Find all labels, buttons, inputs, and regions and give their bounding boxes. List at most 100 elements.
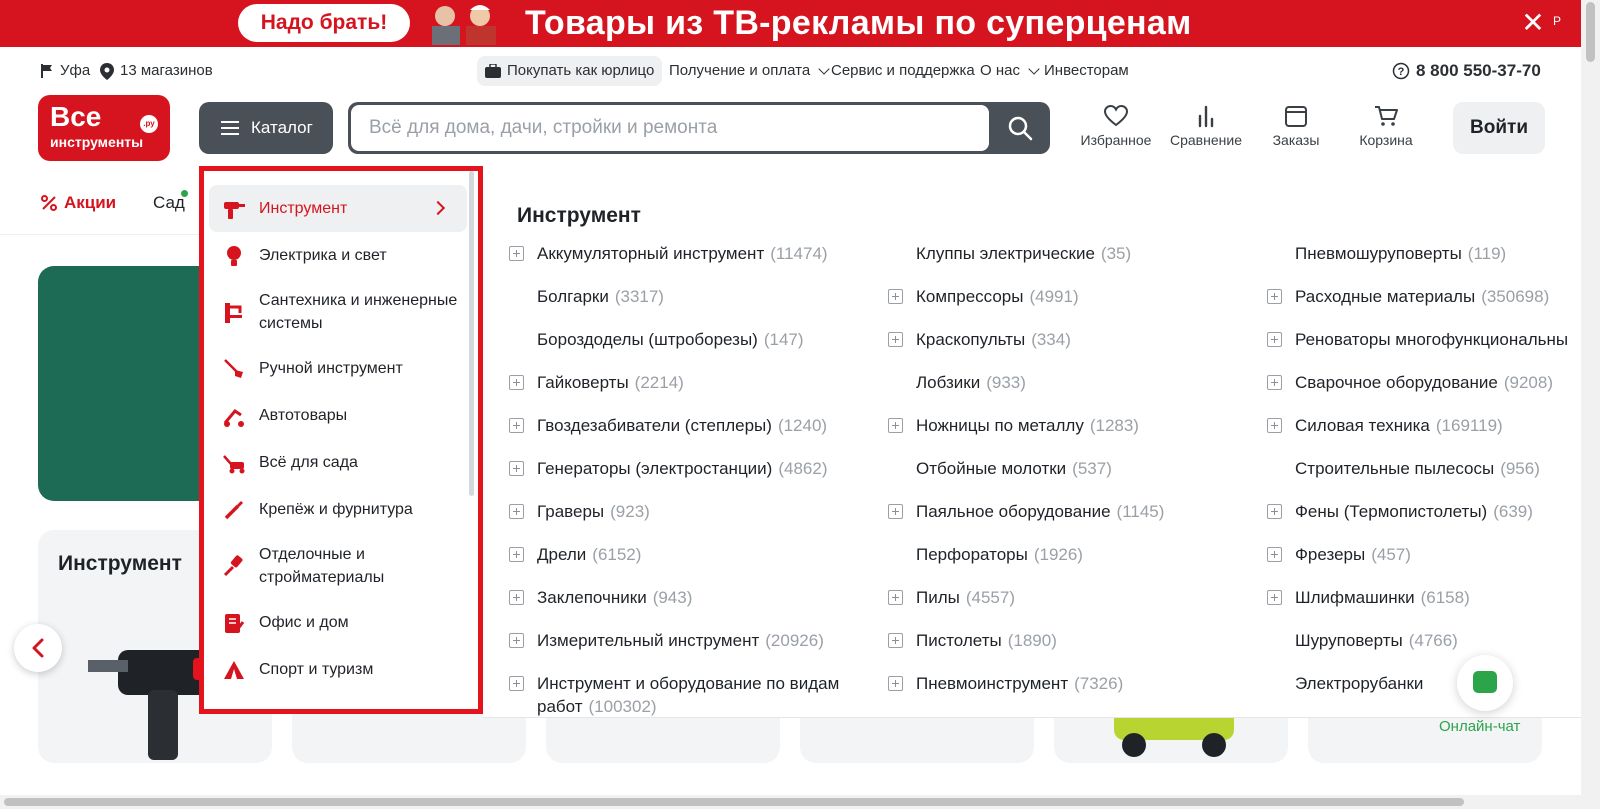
subcategory-link[interactable]: Шуруповерты (4766) — [1267, 625, 1581, 668]
horizontal-scrollbar[interactable] — [0, 795, 1581, 809]
expand-plus-icon[interactable] — [888, 332, 903, 347]
expand-plus-icon[interactable] — [1267, 590, 1282, 605]
subcategory-link[interactable]: Дрели (6152) — [509, 539, 889, 582]
subcategory-link[interactable]: Строительные пылесосы (956) — [1267, 453, 1581, 496]
expand-plus-icon[interactable] — [509, 461, 524, 476]
catalog-item-office[interactable]: Офис и дом — [209, 599, 467, 646]
subcategory-link[interactable]: Гвоздезабиватели (степлеры) (1240) — [509, 410, 889, 453]
expand-plus-icon[interactable] — [888, 289, 903, 304]
subcategory-link[interactable]: Бороздоделы (штроборезы) (147) — [509, 324, 889, 367]
service-link[interactable]: Сервис и поддержка — [831, 50, 975, 92]
subcategory-link[interactable]: Клуппы электрические (35) — [888, 238, 1268, 281]
catalog-item-hand-tools[interactable]: Ручной инструмент — [209, 345, 467, 392]
compare-button[interactable]: Сравнение — [1164, 104, 1248, 152]
about-menu[interactable]: О нас — [980, 50, 1040, 92]
catalog-item-finishing[interactable]: Отделочные и стройматериалы — [209, 533, 467, 599]
carousel-prev-button[interactable] — [14, 624, 62, 672]
subcategory-link[interactable]: Отбойные молотки (537) — [888, 453, 1268, 496]
subcategory-link[interactable]: Ножницы по металлу (1283) — [888, 410, 1268, 453]
subcategory-link[interactable]: Электрорубанки — [1267, 668, 1581, 711]
subcategory-link[interactable]: Заклепочники (943) — [509, 582, 889, 625]
expand-plus-icon[interactable] — [509, 246, 524, 261]
scrollbar-thumb[interactable] — [1586, 2, 1595, 62]
expand-plus-icon[interactable] — [888, 590, 903, 605]
search-input[interactable] — [351, 105, 989, 151]
expand-plus-icon[interactable] — [888, 633, 903, 648]
subcategory-count: (933) — [986, 373, 1026, 392]
subcategory-link[interactable]: Реноваторы многофункциональны — [1267, 324, 1581, 367]
subcategory-link[interactable]: Пилы (4557) — [888, 582, 1268, 625]
expand-plus-icon[interactable] — [1267, 375, 1282, 390]
expand-plus-icon[interactable] — [1267, 289, 1282, 304]
expand-plus-icon[interactable] — [1267, 418, 1282, 433]
catalog-item-auto[interactable]: Автотовары — [209, 392, 467, 439]
subcategory-link[interactable]: Паяльное оборудование (1145) — [888, 496, 1268, 539]
expand-plus-icon[interactable] — [888, 676, 903, 691]
catalog-button[interactable]: Каталог — [199, 102, 333, 154]
promo-banner[interactable]: Надо брать! Товары из ТВ-рекламы по супе… — [0, 0, 1581, 47]
scrollbar-thumb[interactable] — [4, 798, 1464, 806]
subcategory-link[interactable]: Лобзики (933) — [888, 367, 1268, 410]
subcategory-link[interactable]: Шлифмашинки (6158) — [1267, 582, 1581, 625]
expand-plus-icon[interactable] — [509, 504, 524, 519]
expand-plus-icon[interactable] — [509, 590, 524, 605]
expand-plus-icon[interactable] — [509, 375, 524, 390]
subcategory-link[interactable]: Гайковерты (2214) — [509, 367, 889, 410]
catalog-item-instrument[interactable]: Инструмент — [209, 185, 467, 232]
subcategory-link[interactable]: Краскопульты (334) — [888, 324, 1268, 367]
expand-plus-icon[interactable] — [509, 676, 524, 691]
expand-plus-icon[interactable] — [888, 418, 903, 433]
favorites-button[interactable]: Избранное — [1074, 104, 1158, 152]
chat-button[interactable] — [1457, 655, 1513, 711]
subcategory-link[interactable]: Граверы (923) — [509, 496, 889, 539]
stores-link[interactable]: 13 магазинов — [100, 50, 213, 92]
subcategory-link[interactable]: Компрессоры (4991) — [888, 281, 1268, 324]
vertical-scrollbar[interactable] — [1581, 0, 1600, 809]
expand-plus-icon[interactable] — [1267, 547, 1282, 562]
site-logo[interactable]: Все инструменты .ру — [38, 95, 170, 161]
nav-promo-link[interactable]: Акции — [40, 193, 116, 213]
subcategory-link[interactable]: Инструмент и оборудование по видам работ… — [509, 668, 889, 717]
subcategory-link[interactable]: Силовая техника (169119) — [1267, 410, 1581, 453]
orders-label: Заказы — [1272, 132, 1320, 148]
menu-scrollbar[interactable] — [469, 171, 474, 496]
expand-plus-icon[interactable] — [888, 504, 903, 519]
subcategory-link[interactable]: Пистолеты (1890) — [888, 625, 1268, 668]
subcategory-link[interactable]: Расходные материалы (350698) — [1267, 281, 1581, 324]
subcategory-link[interactable]: Сварочное оборудование (9208) — [1267, 367, 1581, 410]
search-button[interactable] — [992, 105, 1048, 151]
nav-garden-link[interactable]: Сад — [153, 193, 185, 213]
expand-plus-icon[interactable] — [1267, 504, 1282, 519]
expand-plus-icon[interactable] — [509, 633, 524, 648]
subcategory-link[interactable]: Фрезеры (457) — [1267, 539, 1581, 582]
online-chat-label[interactable]: Онлайн-чат — [1439, 718, 1520, 735]
subcategory-link[interactable]: Пневмошуруповерты (119) — [1267, 238, 1581, 281]
subcategory-link[interactable]: Пневмоинструмент (7326) — [888, 668, 1268, 711]
catalog-item-sport[interactable]: Спорт и туризм — [209, 646, 467, 693]
subcategory-link[interactable]: Измерительный инструмент (20926) — [509, 625, 889, 668]
delivery-menu[interactable]: Получение и оплата — [669, 50, 830, 92]
buy-as-legal-button[interactable]: Покупать как юрлицо — [477, 56, 663, 86]
subcategory-link[interactable]: Фены (Термопистолеты) (639) — [1267, 496, 1581, 539]
expand-plus-icon[interactable] — [1267, 332, 1282, 347]
investors-link[interactable]: Инвесторам — [1044, 50, 1129, 92]
city-selector[interactable]: Уфа — [40, 50, 90, 92]
subcategory-link[interactable]: Генераторы (электростанции) (4862) — [509, 453, 889, 496]
close-icon[interactable]: ✕ — [1518, 8, 1548, 38]
login-button[interactable]: Войти — [1453, 102, 1545, 154]
catalog-item-electrics[interactable]: Электрика и свет — [209, 232, 467, 279]
catalog-item-fasteners[interactable]: Крепёж и фурнитура — [209, 486, 467, 533]
subcategory-count: (1145) — [1116, 502, 1165, 521]
orders-button[interactable]: Заказы — [1254, 104, 1338, 152]
catalog-item-label: Инструмент — [259, 200, 348, 217]
subcategory-link[interactable]: Аккумуляторный инструмент (11474) — [509, 238, 889, 281]
expand-plus-icon[interactable] — [509, 547, 524, 562]
promo-headline: Товары из ТВ-рекламы по суперценам — [525, 4, 1192, 42]
catalog-item-garden[interactable]: Всё для сада — [209, 439, 467, 486]
subcategory-link[interactable]: Болгарки (3317) — [509, 281, 889, 324]
subcategory-link[interactable]: Перфораторы (1926) — [888, 539, 1268, 582]
catalog-item-plumbing[interactable]: Сантехника и инженерные системы — [209, 279, 467, 345]
phone-link[interactable]: ? 8 800 550-37-70 — [1392, 50, 1541, 92]
expand-plus-icon[interactable] — [509, 418, 524, 433]
cart-button[interactable]: Корзина — [1344, 104, 1428, 152]
